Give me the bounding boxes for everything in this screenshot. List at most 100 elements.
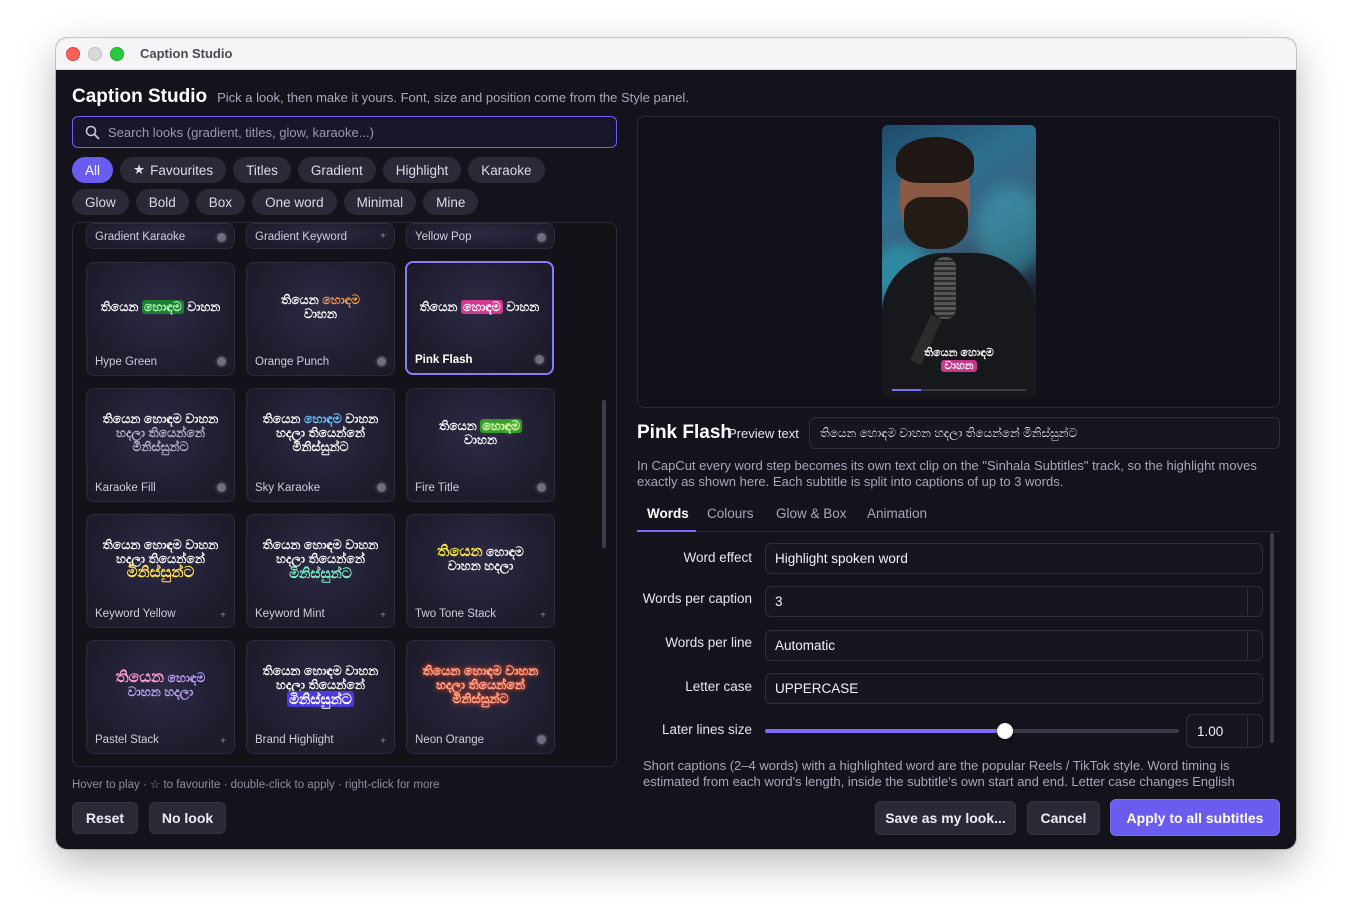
filter-chip-highlight[interactable]: Highlight (382, 157, 462, 183)
settings-scrollbar[interactable] (1270, 533, 1274, 743)
look-card-name: Yellow Pop (415, 231, 472, 243)
star-icon: ★ (133, 162, 146, 177)
search-input[interactable] (108, 124, 616, 140)
apply-to-all-button[interactable]: Apply to all subtitles (1110, 799, 1280, 836)
add-favourite-icon[interactable]: + (220, 736, 226, 747)
words-per-line-spinbox[interactable]: Automatic (765, 630, 1263, 661)
look-card[interactable]: Yellow Pop (406, 223, 555, 249)
look-card[interactable]: තියෙන හොඳම වාහන හදලා තියෙන්නේ මිනිස්සුන්ට … (406, 640, 555, 754)
later-lines-size-label: Later lines size (661, 722, 752, 737)
add-favourite-icon[interactable]: + (380, 610, 386, 621)
filter-chip-label: Gradient (310, 162, 363, 178)
look-card-name: Keyword Mint (255, 608, 325, 620)
words-per-caption-value: 3 (775, 594, 783, 609)
filter-chip-karaoke[interactable]: Karaoke (468, 157, 545, 183)
add-favourite-icon[interactable]: + (540, 610, 546, 621)
later-lines-size-spinbox[interactable]: 1.00 (1186, 714, 1263, 748)
look-card-name: Keyword Yellow (95, 608, 176, 620)
filter-chip-label: Titles (246, 162, 278, 178)
filter-chip-one-word[interactable]: One word (252, 189, 337, 215)
preset-dot-icon (535, 355, 544, 364)
filter-chip-box[interactable]: Box (195, 189, 246, 215)
minimize-window-button[interactable] (88, 47, 102, 61)
tab-colours[interactable]: Colours (707, 506, 754, 521)
look-sample: තියෙන හොඳම වාහන හදලා තියෙන්නේ මිනිස්සුන්ට (262, 537, 379, 581)
look-card[interactable]: Gradient Karaoke (86, 223, 235, 249)
preview-text-input[interactable]: තියෙන හොඳම වාහන හදලා තියෙන්නේ මිනිස්සුන්… (809, 417, 1280, 449)
look-card[interactable]: තියෙන හොඳම වාහන Fire Title (406, 388, 555, 502)
tab-animation[interactable]: Animation (867, 506, 927, 521)
words-per-caption-spinbox[interactable]: 3 (765, 586, 1263, 617)
words-per-line-label: Words per line (665, 635, 752, 650)
look-card[interactable]: තියෙන හොඳම වාහන හදලා Two Tone Stack + (406, 514, 555, 628)
filter-chip-favourites[interactable]: ★ Favourites (120, 157, 227, 183)
add-favourite-icon[interactable]: + (220, 610, 226, 621)
look-card-name: Gradient Keyword (255, 231, 348, 243)
preset-dot-icon (217, 357, 226, 366)
search-box[interactable] (72, 116, 617, 148)
preset-dot-icon (537, 233, 546, 242)
word-effect-select[interactable]: Highlight spoken word (765, 543, 1263, 574)
look-card[interactable]: තියෙන හොඳම වාහන හදලා තියෙන්නේ මිනිස්සුන්ට … (246, 640, 395, 754)
look-card[interactable]: තියෙන හොඳම වාහන හදලා Pastel Stack + (86, 640, 235, 754)
filter-chip-titles[interactable]: Titles (233, 157, 291, 183)
look-card-name: Orange Punch (255, 356, 330, 368)
look-card[interactable]: තියෙන හොඳම වාහන හදලා තියෙන්නේ මිනිස්සුන්ට … (86, 388, 235, 502)
no-look-button[interactable]: No look (149, 802, 226, 834)
filter-chip-glow[interactable]: Glow (72, 189, 129, 215)
look-sample: තියෙන හොඳම වාහන (280, 293, 361, 321)
look-card-name: Karaoke Fill (95, 482, 156, 494)
filter-chip-label: All (85, 162, 101, 178)
preview-text-label: Preview text (728, 426, 799, 441)
look-sample: තියෙන හොඳම වාහන හදලා තියෙන්නේ මිනිස්සුන්ට (102, 412, 219, 454)
filter-chip-all[interactable]: All (72, 157, 114, 183)
filter-chip-bold[interactable]: Bold (135, 189, 189, 215)
preset-dot-icon (537, 735, 546, 744)
spinbox-stepper[interactable] (1247, 588, 1261, 615)
title-bar: Caption Studio (56, 38, 1296, 70)
look-card[interactable]: තියෙන හොඳම වාහන Orange Punch (246, 262, 395, 376)
add-favourite-icon[interactable]: + (380, 736, 386, 747)
window-title: Caption Studio (140, 46, 233, 61)
words-per-caption-label: Words per caption (642, 591, 752, 606)
slider-thumb[interactable] (997, 723, 1014, 739)
preview-caption-line: තියෙන හොඳම (924, 347, 994, 359)
filter-chip-gradient[interactable]: Gradient (297, 157, 376, 183)
look-sample: තියෙන හොඳම වාහන හදලා තියෙන්නේ මිනිස්සුන්ට (422, 664, 539, 706)
letter-case-select[interactable]: UPPERCASE (765, 673, 1263, 704)
filter-chip-minimal[interactable]: Minimal (343, 189, 417, 215)
page-header: Caption Studio Pick a look, then make it… (72, 86, 689, 108)
preview-progress-bar[interactable] (892, 389, 1026, 391)
cancel-button[interactable]: Cancel (1027, 801, 1100, 835)
reset-button[interactable]: Reset (72, 802, 138, 834)
filter-chip-mine[interactable]: Mine (423, 189, 479, 215)
look-card[interactable]: තියෙන හොඳම වාහන Hype Green (86, 262, 235, 376)
looks-scrollbar[interactable] (602, 400, 606, 548)
spinbox-stepper[interactable] (1247, 716, 1261, 746)
look-card[interactable]: තියෙන හොඳම වාහන හදලා තියෙන්නේ මිනිස්සුන්ට … (246, 388, 395, 502)
window-controls (66, 47, 124, 61)
look-card-selected[interactable]: තියෙන හොඳම වාහන Pink Flash (405, 261, 554, 375)
look-sample: තියෙන හොඳම වාහන (100, 300, 221, 314)
look-sample: තියෙන හොඳම වාහන හදලා (437, 543, 524, 573)
looks-grid[interactable]: Gradient Karaoke Gradient Keyword + Yell… (72, 222, 617, 767)
settings-tabs: Words Colours Glow & Box Animation (637, 502, 1280, 532)
spinbox-stepper[interactable] (1247, 632, 1261, 659)
look-card[interactable]: Gradient Keyword + (246, 223, 395, 249)
save-as-my-look-button[interactable]: Save as my look... (875, 801, 1016, 835)
look-card-name: Two Tone Stack (415, 608, 496, 620)
later-lines-size-slider[interactable] (765, 723, 1179, 739)
tab-glow-box[interactable]: Glow & Box (776, 506, 847, 521)
close-window-button[interactable] (66, 47, 80, 61)
tab-words[interactable]: Words (647, 506, 689, 521)
look-card[interactable]: තියෙන හොඳම වාහන හදලා තියෙන්නේ මිනිස්සුන්ට … (246, 514, 395, 628)
video-preview[interactable]: තියෙන හොඳම වාහන (882, 125, 1036, 397)
preset-dot-icon (537, 483, 546, 492)
look-card[interactable]: තියෙන හොඳම වාහන හදලා තියෙන්නේ මිනිස්සුන්ට … (86, 514, 235, 628)
look-sample: තියෙන හොඳම වාහන හදලා තියෙන්නේ මිනිස්සුන්ට (102, 538, 219, 581)
add-favourite-icon[interactable]: + (380, 231, 386, 242)
preview-panel: තියෙන හොඳම වාහන (637, 116, 1280, 408)
info-text: In CapCut every word step becomes its ow… (637, 458, 1257, 489)
maximize-window-button[interactable] (110, 47, 124, 61)
microphone-icon (934, 257, 956, 319)
